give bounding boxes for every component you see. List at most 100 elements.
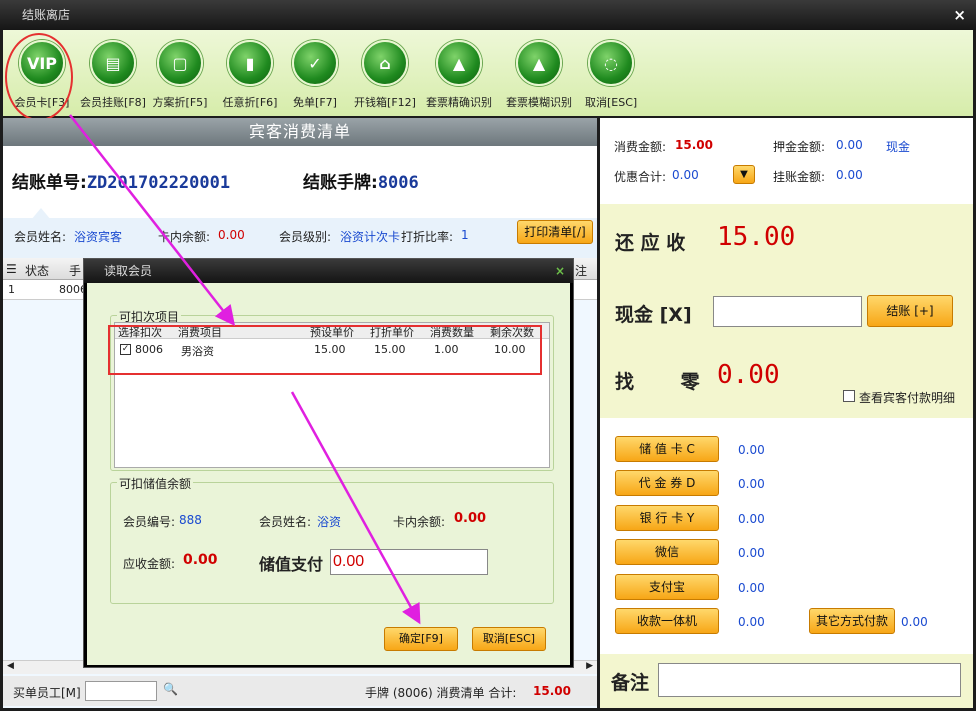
pay-method-button[interactable]: 收款一体机 (615, 608, 719, 634)
toolbar-label: 方案折[F5] (152, 96, 208, 109)
settle-area: 还 应 收 15.00 现金 [X] 结账 [+] 找 零 0.00 查看宾客付… (600, 204, 973, 418)
bill-footer: 买单员工[M] 🔍 手牌 (8006) 消费清单 合计: 15.00 (3, 676, 597, 706)
pay-method-value: 0.00 (738, 512, 765, 526)
dialog-title-bar: 读取会员 × (84, 259, 573, 283)
note-area: 备注 (600, 654, 973, 708)
show-detail-checkbox[interactable] (843, 390, 855, 402)
grid-col-tag[interactable]: 手 (69, 262, 81, 279)
consume-label: 消费金额: (614, 140, 667, 154)
member-level-label: 会员级别: (279, 230, 332, 244)
discount-total-label: 优惠合计: (614, 170, 667, 184)
staff-label: 买单员工[M] (13, 686, 81, 700)
bill-tag: 结账手牌:8006 (303, 173, 419, 193)
pay-method-button[interactable]: 微信 (615, 539, 719, 565)
dialog-close-icon[interactable]: × (555, 259, 565, 283)
bill-number: 结账单号:ZD201702220001 (12, 173, 231, 193)
deposit-type: 现金 (886, 140, 911, 154)
ticket-exact-icon: ▲ (436, 40, 482, 86)
annotation-circle (5, 33, 73, 121)
pay-method-button[interactable]: 银 行 卡 Y (615, 505, 719, 531)
note-input[interactable] (658, 663, 961, 697)
scroll-right-icon[interactable]: ▶ (586, 661, 593, 671)
member-name-value: 浴资宾客 (74, 230, 123, 244)
bill-tag-value: 8006 (377, 173, 419, 193)
toolbar-label: 套票精确识别 (426, 96, 492, 109)
due-value: 0.00 (183, 552, 218, 568)
member-row: 会员姓名: 浴资宾客 卡内余额: 0.00 会员级别: 浴资计次卡 打折比率: … (3, 218, 597, 258)
scroll-left-icon[interactable]: ◀ (7, 661, 14, 671)
discount-total-value: 0.00 (672, 168, 699, 182)
note-label: 备注 (611, 672, 650, 694)
pay-method-button[interactable]: 储 值 卡 C (615, 436, 719, 462)
grid-col-status[interactable]: 状态 (25, 262, 49, 279)
dlg-balance-label: 卡内余额: (393, 515, 446, 529)
consume-value: 15.00 (675, 138, 713, 152)
toolbar-button-6[interactable]: ▲ 套票精确识别 (421, 40, 497, 110)
bill-number-value: ZD201702220001 (86, 173, 231, 193)
change-label: 找 零 (615, 371, 700, 393)
discount-dropdown-button[interactable]: ▼ (733, 165, 755, 184)
toolbar-label: 开钱箱[F12] (354, 96, 416, 109)
due-label: 应收金额: (123, 557, 176, 571)
stored-pay-label: 储值支付 (259, 555, 324, 574)
toolbar-label: 任意折[F6] (222, 96, 278, 109)
staff-input[interactable] (85, 681, 157, 701)
toolbar-button-4[interactable]: ✓ 免单[F7] (291, 40, 339, 110)
member-no-value: 888 (179, 513, 202, 527)
other-pay-button[interactable]: 其它方式付款 (809, 608, 895, 634)
pay-method-button[interactable]: 支付宝 (615, 574, 719, 600)
close-icon[interactable]: × (953, 0, 966, 30)
toolbar-label: 取消[ESC] (585, 96, 638, 109)
credit-label: 挂账金额: (773, 170, 826, 184)
toolbar-button-2[interactable]: ▢ 方案折[F5] (151, 40, 209, 110)
stored-pay-input[interactable] (330, 549, 488, 575)
receivable-label: 还 应 收 (615, 232, 686, 254)
dialog-cancel-button[interactable]: 取消[ESC] (472, 627, 546, 651)
toolbar-button-8[interactable]: ◌ 取消[ESC] (585, 40, 637, 110)
bill-header: 宾客消费清单 (3, 118, 597, 146)
member-level-value: 浴资计次卡 (340, 230, 401, 244)
toolbar-button-7[interactable]: ▲ 套票模糊识别 (501, 40, 577, 110)
toolbar-button-5[interactable]: ⌂ 开钱箱[F12] (354, 40, 416, 110)
print-list-button[interactable]: 打印清单[/] (517, 220, 593, 244)
plan-discount-icon: ▢ (157, 40, 203, 86)
toolbar-button-1[interactable]: ▤ 会员挂账[F8] (78, 40, 148, 110)
stored-value-group: 可扣储值余额 会员编号: 888 会员姓名: 浴资 卡内余额: 0.00 应收金… (110, 475, 554, 604)
settle-button[interactable]: 结账 [+] (867, 295, 953, 327)
window-title: 结账离店 (22, 8, 71, 22)
pay-method-value: 0.00 (738, 581, 765, 595)
payment-panel: 消费金额: 15.00 押金金额: 0.00 现金 优惠合计: 0.00 ▼ 挂… (600, 118, 973, 708)
ticket-fuzzy-icon: ▲ (516, 40, 562, 86)
dlg-member-name-value: 浴资 (317, 515, 342, 529)
search-icon[interactable]: 🔍 (163, 682, 178, 696)
pay-method-value: 0.00 (738, 443, 765, 457)
row-index: 1 (8, 283, 15, 296)
toolbar-button-3[interactable]: ▮ 任意折[F6] (221, 40, 279, 110)
card-balance-label: 卡内余额: (158, 230, 211, 244)
amount-summary: 消费金额: 15.00 押金金额: 0.00 现金 优惠合计: 0.00 ▼ 挂… (600, 118, 973, 204)
cash-input[interactable] (713, 296, 862, 327)
toolbar-label: 套票模糊识别 (506, 96, 572, 109)
free-order-icon: ✓ (292, 40, 338, 86)
cash-label: 现金 [X] (615, 304, 692, 326)
dlg-member-name-label: 会员姓名: (259, 515, 312, 529)
member-no-label: 会员编号: (123, 515, 176, 529)
annotation-box (108, 325, 542, 375)
cancel-icon: ◌ (588, 40, 634, 86)
checkout-window: 结账离店 × VIP 会员卡[F3] ▤ 会员挂账[F8] ▢ 方案折[F5] ▮ 任意折[F… (0, 0, 976, 711)
member-name-label: 会员姓名: (14, 230, 67, 244)
grid-menu-icon[interactable]: ☰ (6, 262, 17, 276)
cash-box-icon: ⌂ (362, 40, 408, 86)
ok-button[interactable]: 确定[F9] (384, 627, 458, 651)
dlg-balance-value: 0.00 (454, 511, 487, 526)
deposit-label: 押金金额: (773, 140, 826, 154)
member-bill-icon: ▤ (90, 40, 136, 86)
dialog-title: 读取会员 (104, 264, 153, 278)
pay-method-value: 0.00 (738, 477, 765, 491)
pay-method-value: 0.00 (738, 546, 765, 560)
other-pay-value: 0.00 (901, 615, 928, 629)
change-value: 0.00 (717, 360, 780, 390)
read-member-dialog: 读取会员 × 可扣次项目 选择扣次 消费项目 预设单价 打折单价 消费数量 剩余次数 ✓ … (83, 258, 574, 668)
summary-total: 15.00 (533, 684, 571, 698)
pay-method-button[interactable]: 代 金 券 D (615, 470, 719, 496)
